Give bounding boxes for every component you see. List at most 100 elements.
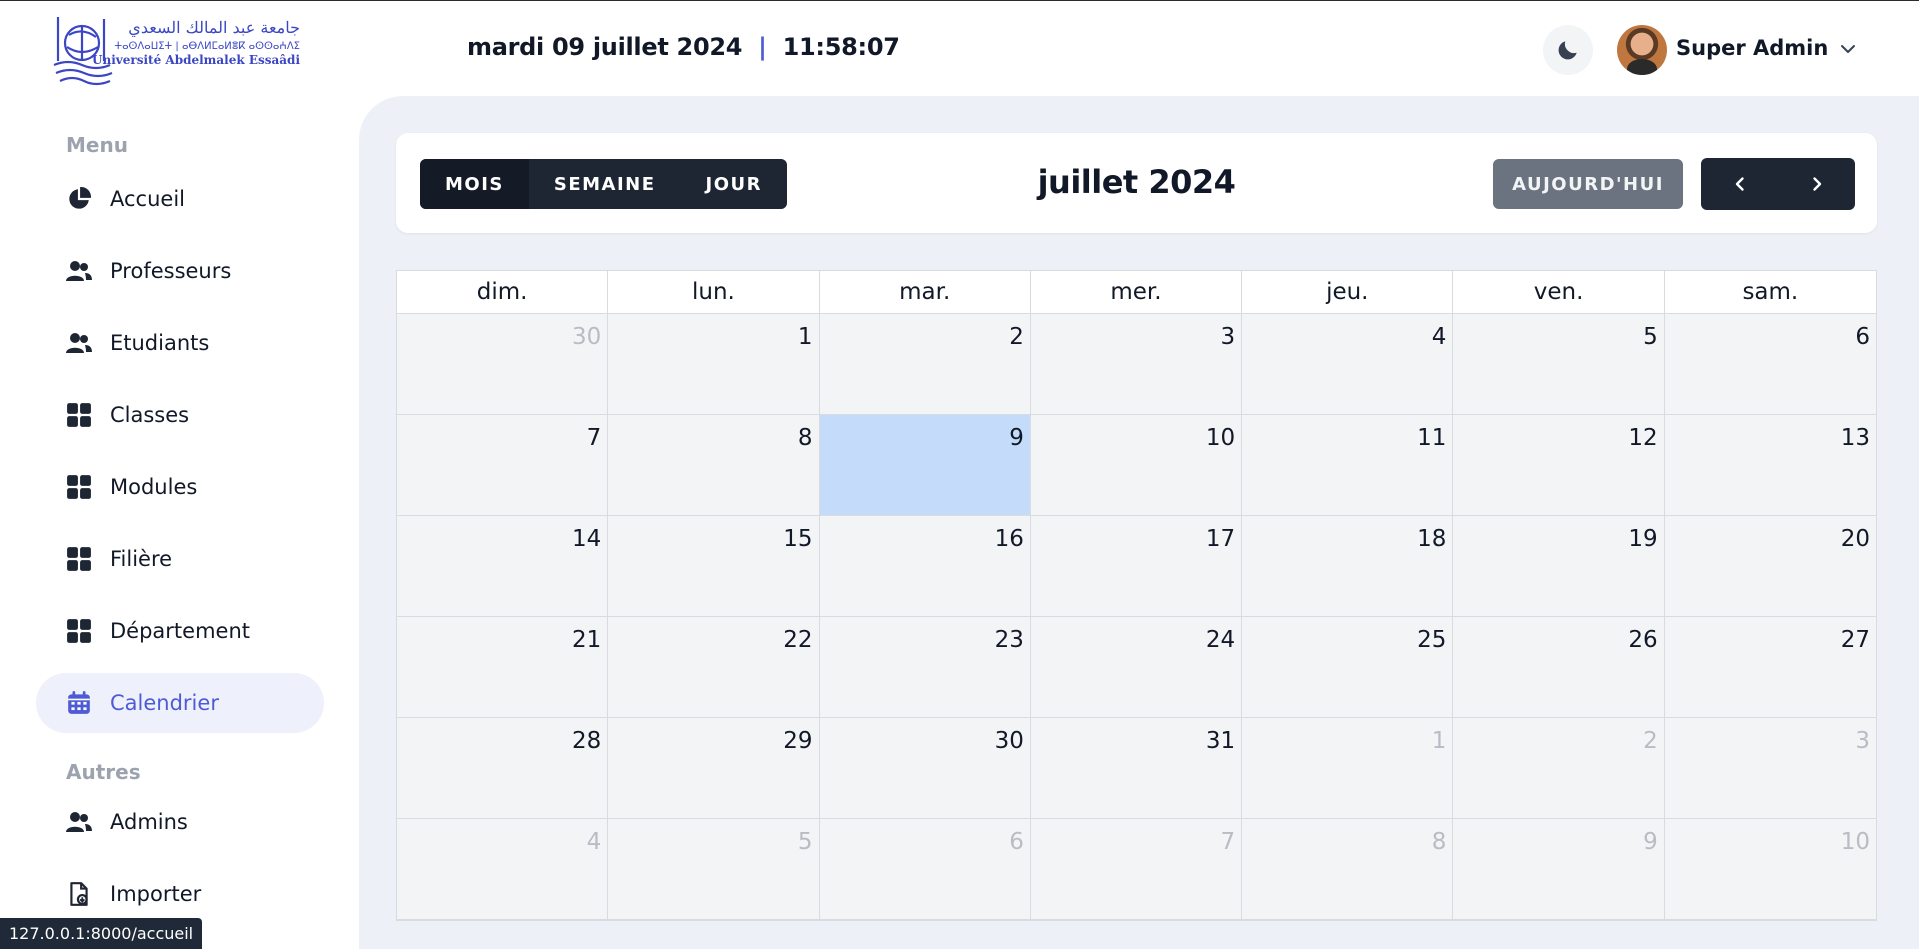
day-number[interactable]: 21 <box>572 627 601 653</box>
day-number[interactable]: 7 <box>587 425 602 451</box>
calendar-day[interactable]: 31 <box>1030 718 1243 819</box>
sidebar-item-importer[interactable]: Importer <box>36 864 324 924</box>
calendar-day[interactable]: 28 <box>397 718 609 819</box>
calendar-day[interactable]: 22 <box>608 617 820 718</box>
day-number[interactable]: 18 <box>1417 526 1446 552</box>
calendar-day[interactable]: 1 <box>1242 718 1454 819</box>
calendar-day[interactable]: 2 <box>819 314 1031 415</box>
calendar-day[interactable]: 30 <box>397 314 609 415</box>
calendar-day[interactable]: 26 <box>1453 617 1665 718</box>
day-number[interactable]: 6 <box>1009 829 1024 855</box>
day-number[interactable]: 8 <box>1432 829 1447 855</box>
calendar-day[interactable]: 29 <box>608 718 820 819</box>
view-month-button[interactable]: MOIS <box>420 159 529 209</box>
calendar-day-today[interactable]: 9 <box>819 415 1031 516</box>
day-number[interactable]: 28 <box>572 728 601 754</box>
calendar-day[interactable]: 15 <box>608 516 820 617</box>
day-number[interactable]: 31 <box>1206 728 1235 754</box>
day-number[interactable]: 10 <box>1206 425 1235 451</box>
calendar-day[interactable]: 25 <box>1242 617 1454 718</box>
day-number[interactable]: 30 <box>995 728 1024 754</box>
calendar-day[interactable]: 11 <box>1242 415 1454 516</box>
day-number[interactable]: 15 <box>783 526 812 552</box>
calendar-day[interactable]: 4 <box>397 819 609 920</box>
day-number[interactable]: 20 <box>1841 526 1870 552</box>
day-number[interactable]: 29 <box>783 728 812 754</box>
day-number[interactable]: 19 <box>1628 526 1657 552</box>
university-logo[interactable]: جامعة عبد المالك السعدي ⵜⴰⵙⴷⴰⵡⵉⵜ | ⴰⴱⴷⵍⵎ… <box>52 13 304 89</box>
view-day-button[interactable]: JOUR <box>681 159 787 209</box>
calendar-day[interactable]: 27 <box>1664 617 1876 718</box>
calendar-day[interactable]: 7 <box>1030 819 1243 920</box>
sidebar-item-departement[interactable]: Département <box>36 601 324 661</box>
calendar-day[interactable]: 3 <box>1664 718 1876 819</box>
sidebar-item-etudiants[interactable]: Etudiants <box>36 313 324 373</box>
day-number[interactable]: 3 <box>1221 324 1236 350</box>
calendar-day[interactable]: 2 <box>1453 718 1665 819</box>
calendar-day[interactable]: 9 <box>1453 819 1665 920</box>
calendar-day[interactable]: 10 <box>1664 819 1876 920</box>
day-number[interactable]: 4 <box>1432 324 1447 350</box>
day-number[interactable]: 3 <box>1855 728 1870 754</box>
day-number[interactable]: 23 <box>995 627 1024 653</box>
view-week-button[interactable]: SEMAINE <box>529 159 681 209</box>
prev-month-button[interactable] <box>1701 158 1778 210</box>
user-avatar[interactable] <box>1617 25 1667 75</box>
calendar-day[interactable]: 24 <box>1030 617 1243 718</box>
calendar-day[interactable]: 12 <box>1453 415 1665 516</box>
day-number[interactable]: 30 <box>572 324 601 350</box>
calendar-day[interactable]: 18 <box>1242 516 1454 617</box>
calendar-day[interactable]: 17 <box>1030 516 1243 617</box>
day-number[interactable]: 10 <box>1841 829 1870 855</box>
calendar-day[interactable]: 14 <box>397 516 609 617</box>
sidebar-item-classes[interactable]: Classes <box>36 385 324 445</box>
calendar-day[interactable]: 13 <box>1664 415 1876 516</box>
sidebar-item-modules[interactable]: Modules <box>36 457 324 517</box>
day-number[interactable]: 13 <box>1841 425 1870 451</box>
calendar-day[interactable]: 3 <box>1030 314 1243 415</box>
theme-toggle-button[interactable] <box>1543 25 1593 75</box>
day-number[interactable]: 6 <box>1855 324 1870 350</box>
sidebar-item-calendrier[interactable]: Calendrier <box>36 673 324 733</box>
day-number[interactable]: 12 <box>1628 425 1657 451</box>
calendar-day[interactable]: 23 <box>819 617 1031 718</box>
calendar-day[interactable]: 21 <box>397 617 609 718</box>
day-number[interactable]: 11 <box>1417 425 1446 451</box>
today-button[interactable]: AUJOURD'HUI <box>1493 159 1683 209</box>
day-number[interactable]: 7 <box>1221 829 1236 855</box>
day-number[interactable]: 1 <box>798 324 813 350</box>
day-number[interactable]: 26 <box>1628 627 1657 653</box>
calendar-day[interactable]: 4 <box>1242 314 1454 415</box>
day-number[interactable]: 14 <box>572 526 601 552</box>
calendar-day[interactable]: 19 <box>1453 516 1665 617</box>
day-number[interactable]: 4 <box>587 829 602 855</box>
day-number[interactable]: 5 <box>1643 324 1658 350</box>
calendar-day[interactable]: 7 <box>397 415 609 516</box>
calendar-day[interactable]: 30 <box>819 718 1031 819</box>
day-number[interactable]: 2 <box>1009 324 1024 350</box>
day-number[interactable]: 25 <box>1417 627 1446 653</box>
day-number[interactable]: 8 <box>798 425 813 451</box>
calendar-day[interactable]: 1 <box>608 314 820 415</box>
day-number[interactable]: 24 <box>1206 627 1235 653</box>
calendar-day[interactable]: 10 <box>1030 415 1243 516</box>
day-number[interactable]: 5 <box>798 829 813 855</box>
day-number[interactable]: 27 <box>1841 627 1870 653</box>
day-number[interactable]: 9 <box>1009 425 1024 451</box>
calendar-day[interactable]: 16 <box>819 516 1031 617</box>
user-name[interactable]: Super Admin <box>1676 36 1828 60</box>
next-month-button[interactable] <box>1778 158 1855 210</box>
day-number[interactable]: 22 <box>783 627 812 653</box>
day-number[interactable]: 1 <box>1432 728 1447 754</box>
calendar-day[interactable]: 6 <box>1664 314 1876 415</box>
calendar-day[interactable]: 8 <box>1242 819 1454 920</box>
sidebar-item-professeurs[interactable]: Professeurs <box>36 241 324 301</box>
calendar-day[interactable]: 6 <box>819 819 1031 920</box>
day-number[interactable]: 17 <box>1206 526 1235 552</box>
calendar-day[interactable]: 20 <box>1664 516 1876 617</box>
chevron-down-icon[interactable] <box>1838 39 1858 63</box>
sidebar-item-admins[interactable]: Admins <box>36 792 324 852</box>
sidebar-item-filiere[interactable]: Filière <box>36 529 324 589</box>
day-number[interactable]: 9 <box>1643 829 1658 855</box>
calendar-day[interactable]: 5 <box>608 819 820 920</box>
